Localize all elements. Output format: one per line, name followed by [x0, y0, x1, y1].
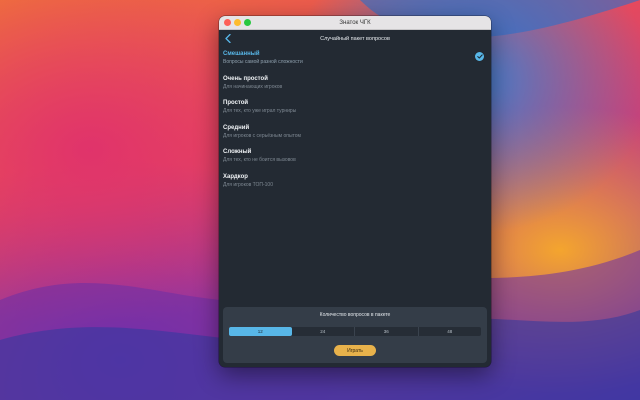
checkmark-icon [475, 52, 484, 61]
window-title: Знаток ЧГК [339, 19, 371, 26]
play-button[interactable]: Играть [334, 345, 376, 356]
navbar: Случайный пакет вопросов [219, 30, 491, 47]
difficulty-subtitle: Для начинающих игроков [223, 83, 283, 90]
titlebar: Знаток ЧГК [219, 16, 491, 30]
question-count-label: Количество вопросов в пакете [319, 312, 391, 318]
difficulty-subtitle: Для игроков ТОП-100 [223, 181, 273, 188]
app-window: Знаток ЧГК Случайный пакет вопросов Смеш… [219, 16, 491, 367]
close-window-button[interactable] [224, 19, 231, 26]
difficulty-item-easy[interactable]: Простой Для тех, кто уже играл турниры [223, 99, 491, 124]
question-count-option-24[interactable]: 24 [292, 327, 355, 336]
difficulty-title: Очень простой [223, 75, 268, 82]
window-controls [224, 19, 251, 26]
question-count-option-36[interactable]: 36 [355, 327, 419, 336]
difficulty-subtitle: Для тех, кто уже играл турниры [223, 108, 297, 114]
zoom-window-button[interactable] [244, 19, 251, 26]
difficulty-item-mixed[interactable]: Смешанный Вопросы самой разной сложности [223, 50, 491, 75]
difficulty-item-very-easy[interactable]: Очень простой Для начинающих игроков [223, 75, 491, 100]
difficulty-title: Хардкор [223, 173, 248, 180]
difficulty-title: Сложный [223, 149, 252, 155]
difficulty-subtitle: Для игроков с серьёзным опытом [223, 132, 301, 139]
difficulty-title: Простой [223, 100, 249, 106]
difficulty-item-hard[interactable]: Сложный Для тех, кто не боится вызовов [223, 148, 491, 173]
difficulty-list: Смешанный Вопросы самой разной сложности… [219, 47, 491, 197]
question-count-option-12[interactable]: 12 [229, 327, 292, 336]
minimize-window-button[interactable] [234, 19, 241, 26]
question-count-selector: 12 24 36 48 [229, 327, 481, 336]
difficulty-title: Смешанный [223, 51, 260, 57]
difficulty-subtitle: Вопросы самой разной сложности [223, 59, 303, 65]
question-count-option-48[interactable]: 48 [419, 327, 482, 336]
chevron-left-icon[interactable] [223, 33, 233, 44]
difficulty-item-hardcore[interactable]: Хардкор Для игроков ТОП-100 [223, 173, 491, 198]
difficulty-item-medium[interactable]: Средний Для игроков с серьёзным опытом [223, 124, 491, 149]
page-title: Случайный пакет вопросов [320, 35, 390, 42]
question-count-panel: Количество вопросов в пакете 12 24 36 48… [223, 307, 487, 363]
difficulty-title: Средний [223, 124, 250, 131]
difficulty-subtitle: Для тех, кто не боится вызовов [223, 157, 296, 163]
